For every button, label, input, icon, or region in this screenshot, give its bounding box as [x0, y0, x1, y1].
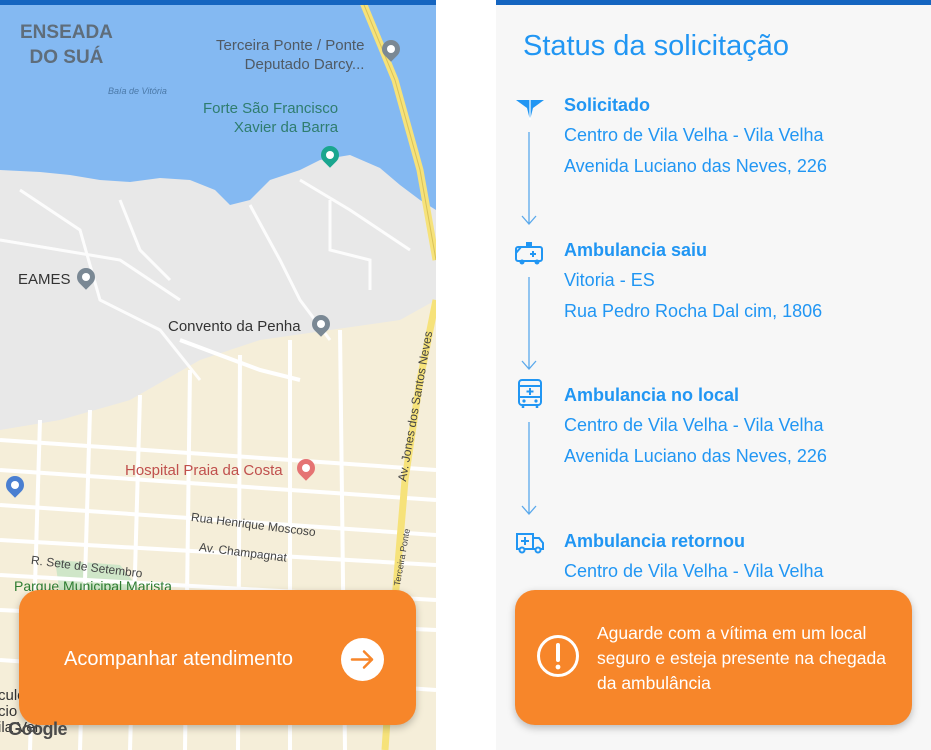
map-label-bay-small: Baía de Vitória — [108, 86, 167, 96]
step-address: Rua Pedro Rocha Dal cim, 1806 — [564, 301, 823, 321]
timeline-connector — [521, 277, 537, 370]
timeline-connector — [521, 132, 537, 225]
safety-notice-card: Aguarde com a vítima em um local seguro … — [515, 590, 912, 725]
status-screen: Status da solicitação Solicitado Centro … — [496, 0, 931, 750]
step-title: Solicitado — [564, 95, 651, 115]
step-address: Avenida Luciano das Neves, 226 — [564, 446, 827, 466]
alert-circle-icon — [537, 635, 579, 677]
map-label-eames[interactable]: EAMES — [18, 271, 71, 288]
map-label-enseada: ENSEADA DO SUÁ — [20, 22, 113, 68]
bus-icon — [518, 379, 542, 408]
step-location: Centro de Vila Velha - Vila Velha — [564, 125, 824, 145]
map-label-hospital[interactable]: Hospital Praia da Costa — [125, 462, 283, 479]
ambulance-return-icon — [516, 533, 544, 554]
step-title: Ambulancia saiu — [564, 240, 708, 260]
plane-icon — [516, 100, 544, 120]
page-title: Status da solicitação — [523, 30, 789, 62]
map-screen: ENSEADA DO SUÁ Terceira Ponte / Ponte De… — [0, 0, 436, 750]
step-location: Centro de Vila Velha - Vila Velha — [564, 561, 824, 581]
map-label-convento[interactable]: Convento da Penha — [168, 318, 301, 335]
ambulance-icon — [515, 242, 543, 265]
timeline-connector — [521, 422, 537, 515]
follow-service-label: Acompanhar atendimento — [64, 648, 294, 670]
step-title: Ambulancia no local — [564, 385, 740, 405]
arrow-right-icon — [341, 638, 384, 681]
step-title: Ambulancia retornou — [564, 531, 746, 551]
follow-service-button[interactable]: Acompanhar atendimento — [19, 590, 416, 725]
step-address: Avenida Luciano das Neves, 226 — [564, 156, 827, 176]
step-location: Vitoria - ES — [564, 270, 655, 290]
safety-notice-text: Aguarde com a vítima em um local seguro … — [597, 623, 886, 693]
google-logo: Google — [8, 719, 68, 739]
top-app-bar — [0, 0, 436, 5]
map-label-bridge: Terceira Ponte / Ponte Deputado Darcy... — [216, 37, 365, 73]
map-label-forte: Forte São Francisco Xavier da Barra — [203, 100, 339, 136]
top-app-bar — [496, 0, 931, 5]
step-location: Centro de Vila Velha - Vila Velha — [564, 415, 824, 435]
